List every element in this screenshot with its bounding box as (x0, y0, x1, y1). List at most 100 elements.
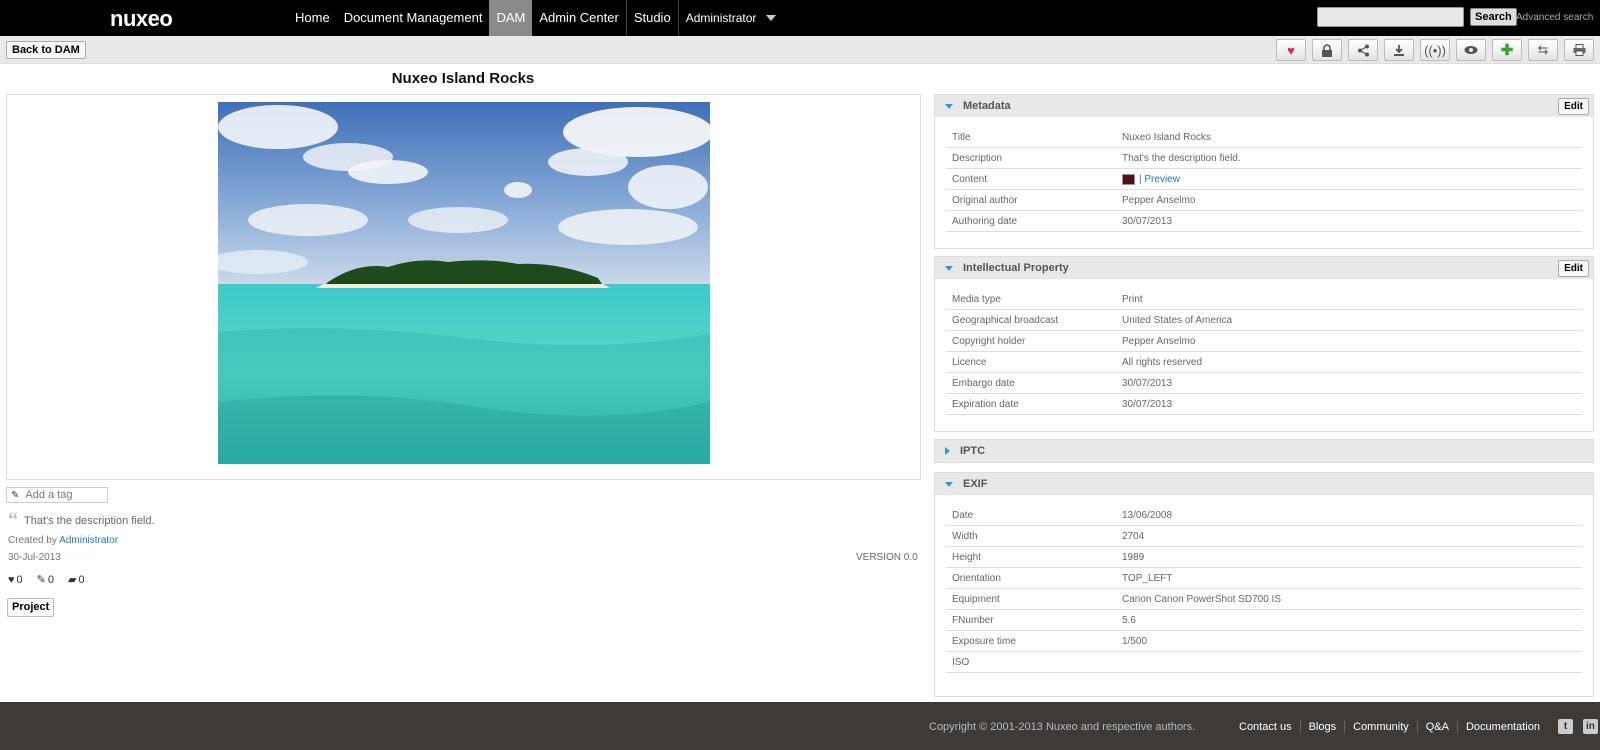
exif-header[interactable]: EXIF (935, 473, 1593, 495)
comment-icon: ▰ (68, 574, 77, 586)
user-name: Administrator (685, 11, 757, 25)
ip-edit-button[interactable]: Edit (1558, 260, 1589, 277)
author-link[interactable]: Administrator (59, 535, 118, 546)
row-label: Expiration date (952, 398, 1019, 410)
metadata-row: Title Nuxeo Island Rocks (946, 127, 1582, 148)
exif-row: Orientation TOP_LEFT (946, 568, 1582, 589)
iptc-header[interactable]: IPTC (935, 440, 1593, 462)
footer-link-community[interactable]: Community (1344, 720, 1417, 733)
footer-link-contact[interactable]: Contact us (1231, 721, 1300, 733)
row-value: 30/07/2013 (1122, 398, 1173, 410)
share-icon[interactable] (1348, 39, 1378, 61)
row-label: Description (952, 152, 1003, 164)
comments-count[interactable]: ▰ 0 (68, 573, 85, 587)
twitter-icon[interactable]: t (1557, 719, 1573, 734)
add-tag-placeholder: Add a tag (25, 489, 73, 501)
preview-link[interactable]: | Preview (1139, 174, 1180, 185)
search-button[interactable]: Search (1470, 8, 1517, 26)
ip-row: Embargo date 30/07/2013 (946, 373, 1582, 394)
top-navbar: nuxeo Home Document Management DAM Admin… (0, 0, 1600, 36)
footer-link-documentation[interactable]: Documentation (1456, 720, 1548, 733)
collapse-icon (945, 481, 953, 487)
tag-icon: ✎ (11, 489, 20, 501)
ip-header[interactable]: Intellectual Property Edit (935, 257, 1593, 279)
collapse-icon (945, 265, 953, 271)
content-thumbnail[interactable] (1122, 173, 1135, 185)
row-label: FNumber (952, 614, 994, 626)
content-value: | Preview (1122, 173, 1582, 185)
copyright-text: Copyright © 2001-2013 Nuxeo and respecti… (929, 721, 1196, 733)
edits-value: 0 (47, 573, 54, 586)
row-label: Equipment (952, 593, 1000, 605)
metadata-edit-button[interactable]: Edit (1558, 98, 1589, 115)
row-value: 1989 (1122, 551, 1145, 563)
row-value: 5.6 (1122, 614, 1136, 626)
heart-icon[interactable]: ♥ (1276, 39, 1306, 61)
footer-links: Contact us Blogs Community Q&A Documenta… (1231, 719, 1598, 734)
likes-value: 0 (16, 573, 23, 586)
row-value: 2704 (1122, 530, 1145, 542)
image-viewer (6, 94, 921, 480)
row-value: Nuxeo Island Rocks (1122, 131, 1211, 143)
ip-row: Copyright holder Pepper Anselmo (946, 331, 1582, 352)
likes-count[interactable]: ♥ 0 (8, 573, 23, 586)
row-value: 30/07/2013 (1122, 377, 1173, 389)
nuxeo-logo[interactable]: nuxeo (110, 6, 173, 32)
exif-row: Equipment Canon Canon PowerShot SD700 IS (946, 589, 1582, 610)
add-tag-input[interactable]: ✎ Add a tag (6, 487, 108, 503)
quote-icon: “ (8, 509, 18, 531)
exif-row: Height 1989 (946, 547, 1582, 568)
eye-icon[interactable] (1456, 39, 1486, 61)
created-by: Created by Administrator (8, 535, 118, 546)
exif-row: ISO (946, 652, 1582, 673)
swap-icon[interactable]: ⇆ (1528, 39, 1558, 61)
row-label: Media type (952, 293, 1001, 305)
row-label: ISO (952, 656, 970, 668)
row-label: Copyright holder (952, 335, 1026, 347)
row-label: Authoring date (952, 215, 1018, 227)
nav-studio[interactable]: Studio (627, 0, 678, 36)
nav-document-management[interactable]: Document Management (337, 0, 490, 36)
search-input[interactable] (1317, 7, 1464, 27)
document-title: Nuxeo Island Rocks (391, 70, 535, 87)
linkedin-icon[interactable]: in (1582, 719, 1598, 734)
created-by-prefix: Created by (8, 535, 57, 546)
metadata-title: Metadata (963, 100, 1011, 112)
project-button[interactable]: Project (7, 598, 55, 617)
row-value: Pepper Anselmo (1122, 335, 1196, 347)
chevron-down-icon (766, 15, 777, 21)
document-stats: ♥ 0 ✎ 0 ▰ 0 (8, 573, 85, 587)
back-to-dam-button[interactable]: Back to DAM (6, 41, 86, 59)
download-icon[interactable] (1384, 39, 1414, 61)
footer-link-blogs[interactable]: Blogs (1299, 720, 1345, 733)
footer-link-qa[interactable]: Q&A (1416, 720, 1457, 733)
nav-home[interactable]: Home (288, 0, 337, 36)
row-label: Width (952, 530, 978, 542)
metadata-panel: Metadata Edit Title Nuxeo Island Rocks De… (934, 94, 1594, 249)
row-label: Title (952, 131, 971, 143)
intellectual-property-panel: Intellectual Property Edit Media type Pri… (934, 256, 1594, 432)
action-bar: Back to DAM ♥ ((•)) ✚ ⇆ (0, 36, 1600, 64)
ip-row: Expiration date 30/07/2013 (946, 394, 1582, 415)
version-label: VERSION 0.0 (856, 552, 918, 563)
nav-dam[interactable]: DAM (489, 0, 533, 36)
edits-count[interactable]: ✎ 0 (37, 573, 54, 587)
ip-row: Geographical broadcast United States of A… (946, 310, 1582, 331)
metadata-row: Description That's the description field. (946, 148, 1582, 169)
broadcast-icon[interactable]: ((•)) (1420, 39, 1450, 61)
user-menu[interactable]: Administrator (679, 0, 784, 36)
row-value: Print (1122, 293, 1143, 305)
document-image[interactable] (218, 102, 710, 464)
nav-admin-center[interactable]: Admin Center (532, 0, 625, 36)
metadata-header[interactable]: Metadata Edit (935, 95, 1593, 117)
ip-title: Intellectual Property (963, 262, 1069, 274)
plus-icon[interactable]: ✚ (1492, 39, 1522, 61)
advanced-search-link[interactable]: Advanced search (1516, 12, 1593, 23)
row-value: 13/06/2008 (1122, 509, 1173, 521)
exif-row: FNumber 5.6 (946, 610, 1582, 631)
creation-date: 30-Jul-2013 (8, 552, 61, 563)
iptc-title: IPTC (960, 445, 986, 457)
lock-icon[interactable] (1312, 39, 1342, 61)
iptc-panel: IPTC (934, 439, 1594, 463)
print-icon[interactable] (1564, 39, 1594, 61)
